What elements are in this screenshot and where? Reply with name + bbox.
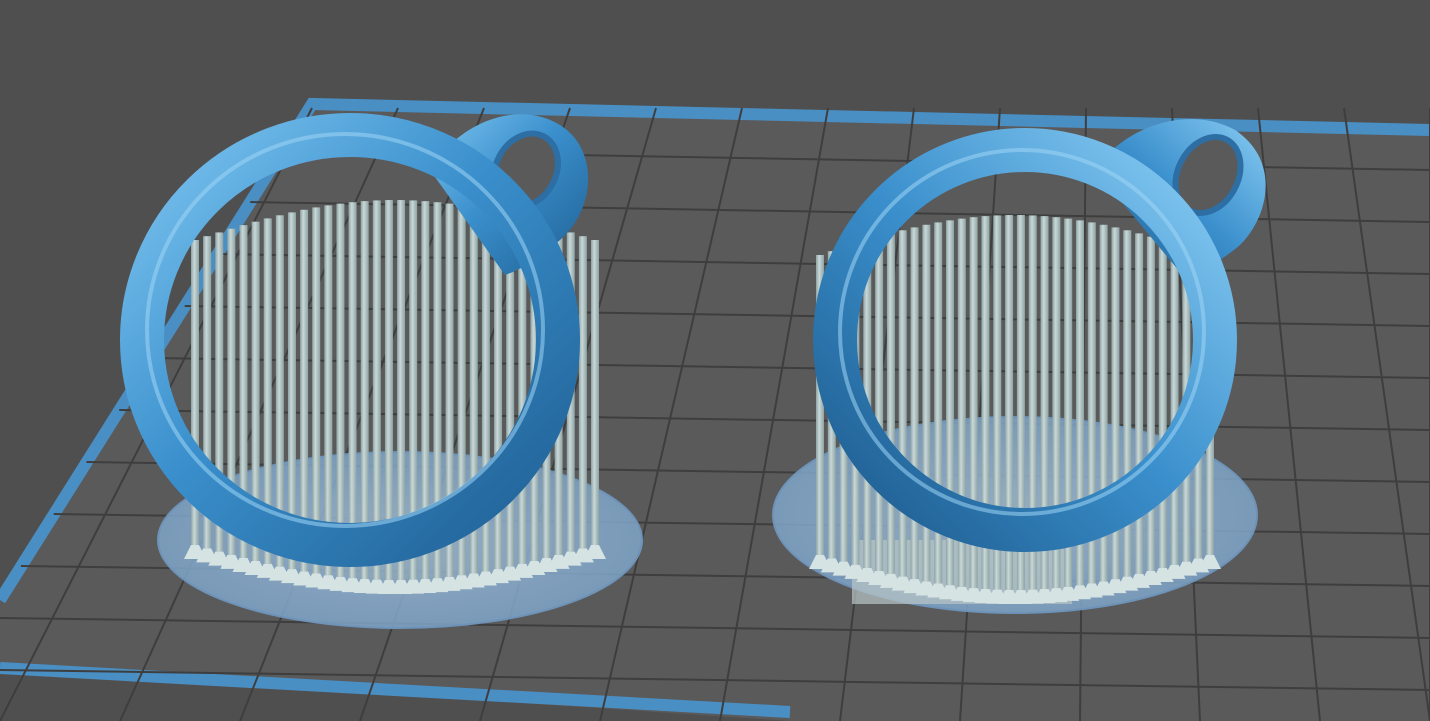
support-pillar: [886, 233, 895, 574]
build-scene[interactable]: [0, 0, 1430, 721]
support-pillar: [1146, 236, 1155, 572]
support-pillar: [1135, 233, 1144, 574]
support-pillar: [591, 240, 599, 545]
support-pillar: [1170, 243, 1179, 565]
support-pillar: [875, 236, 884, 572]
support-pillar: [312, 207, 321, 574]
support-pillar: [348, 202, 357, 579]
support-pillar: [336, 203, 345, 577]
support-pillar: [1158, 240, 1167, 569]
support-pillar: [898, 230, 907, 577]
3d-viewport[interactable]: [0, 0, 1430, 721]
support-pillar: [910, 227, 919, 580]
support-pillar: [578, 236, 587, 549]
support-pillar: [324, 205, 333, 576]
